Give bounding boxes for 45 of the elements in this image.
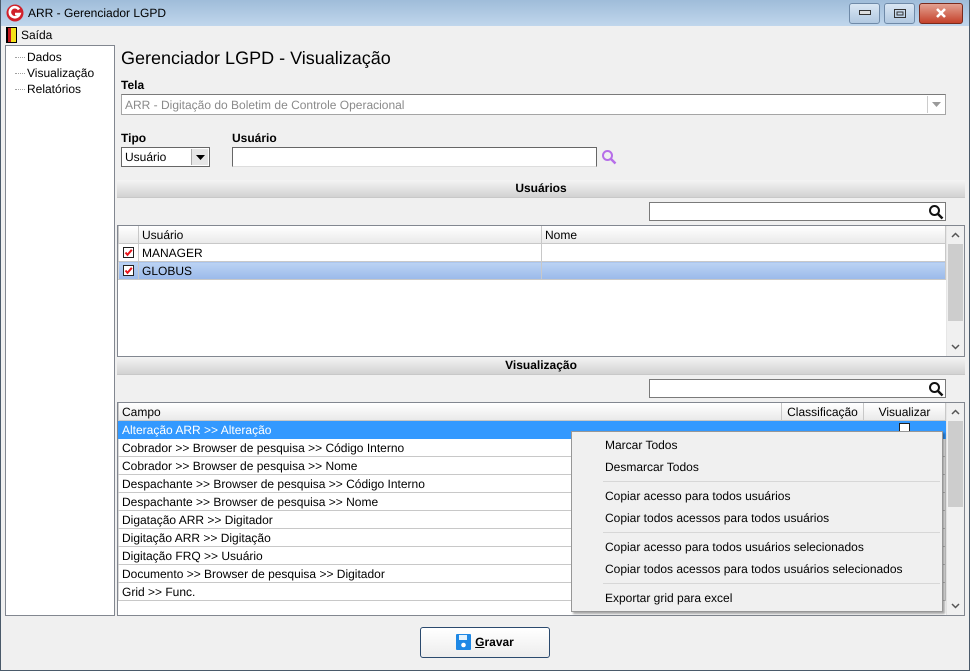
field-label: Usuário <box>232 130 278 146</box>
tree-item[interactable]: Visualização <box>27 66 94 80</box>
search-icon[interactable] <box>928 380 944 396</box>
dropdown-arrow-icon <box>932 102 940 107</box>
scroll-down-icon[interactable] <box>951 603 960 609</box>
close-icon <box>935 8 947 18</box>
maximize-button[interactable] <box>884 2 915 24</box>
column-header: Usuário <box>138 226 542 244</box>
minimize-button[interactable] <box>849 2 880 24</box>
dropdown-arrow-icon <box>196 154 204 160</box>
minimize-icon <box>858 10 870 16</box>
column-header: Visualizar <box>864 403 946 420</box>
scroll-up-icon[interactable] <box>951 409 960 415</box>
close-button[interactable] <box>919 2 963 24</box>
scroll-down-icon[interactable] <box>951 344 960 350</box>
search-field[interactable] <box>649 379 946 398</box>
scrollbar[interactable] <box>946 403 964 615</box>
scrollbar-thumb[interactable] <box>948 244 963 321</box>
checkbox[interactable] <box>123 265 134 276</box>
checkbox[interactable] <box>123 247 134 258</box>
app-logo-icon <box>6 4 24 22</box>
tree-item[interactable]: Dados <box>27 50 62 64</box>
user-input-field[interactable] <box>232 147 597 167</box>
column-header: Nome <box>542 226 946 244</box>
search-icon[interactable] <box>928 204 944 220</box>
scrollbar-thumb[interactable] <box>948 421 963 507</box>
door-icon <box>6 27 17 43</box>
table-cell: GLOBUS <box>138 262 542 280</box>
field-label: Tipo <box>121 130 148 146</box>
field-label: Tela <box>121 77 146 93</box>
save-button[interactable]: Gravar <box>420 626 550 658</box>
section-header: Visualização <box>117 357 965 375</box>
column-header: Campo <box>118 403 782 420</box>
scroll-up-icon[interactable] <box>951 232 960 238</box>
window-title: ARR - Gerenciador LGPD <box>28 6 168 20</box>
menu-item[interactable]: Saída <box>21 28 52 42</box>
tree-item[interactable]: Relatórios <box>27 82 82 96</box>
maximize-icon <box>894 8 906 18</box>
section-header: Usuários <box>117 180 965 198</box>
table-row[interactable]: GLOBUS <box>118 262 946 280</box>
search-field[interactable] <box>649 202 946 221</box>
type-dropdown[interactable]: Usuário <box>121 147 210 167</box>
page-heading: Gerenciador LGPD - Visualização <box>121 47 392 70</box>
scrollbar[interactable] <box>946 226 964 356</box>
column-header: Classificação <box>782 403 864 420</box>
